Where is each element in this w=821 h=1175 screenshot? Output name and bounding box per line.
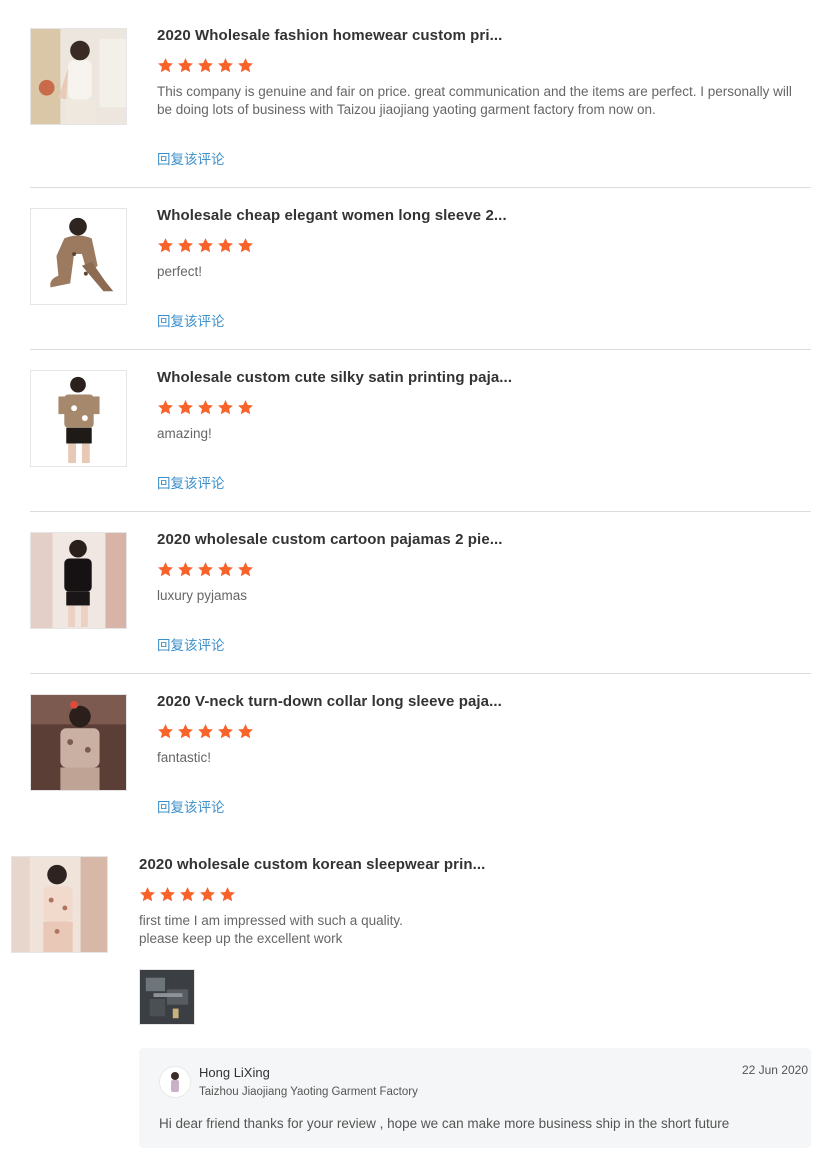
star-icon bbox=[237, 399, 254, 416]
divider bbox=[30, 187, 811, 188]
review-comment: perfect! bbox=[157, 264, 203, 279]
star-icon bbox=[177, 57, 194, 74]
reply-comment-link[interactable]: 回复该评论 bbox=[157, 310, 225, 330]
star-icon bbox=[159, 886, 176, 903]
product-thumbnail[interactable] bbox=[30, 532, 127, 629]
star-icon bbox=[177, 237, 194, 254]
star-icon bbox=[157, 723, 174, 740]
star-icon bbox=[217, 561, 234, 578]
review-comment: This company is genuine and fair on pric… bbox=[157, 84, 792, 117]
star-icon bbox=[237, 561, 254, 578]
star-icon bbox=[197, 399, 214, 416]
reply-comment-link[interactable]: 回复该评论 bbox=[157, 796, 225, 816]
reply-comment-link[interactable]: 回复该评论 bbox=[157, 148, 225, 168]
seller-company: Taizhou Jiaojiang Yaoting Garment Factor… bbox=[199, 1086, 418, 1098]
star-icon bbox=[177, 561, 194, 578]
product-thumbnail[interactable] bbox=[30, 208, 127, 305]
product-title[interactable]: Wholesale custom cute silky satin printi… bbox=[157, 369, 512, 386]
reply-comment-link[interactable]: 回复该评论 bbox=[157, 472, 225, 492]
product-thumbnail[interactable] bbox=[30, 28, 127, 125]
review-comment-line: first time I am impressed with such a qu… bbox=[139, 913, 403, 928]
star-icon bbox=[219, 886, 236, 903]
star-icon bbox=[157, 57, 174, 74]
divider bbox=[30, 673, 811, 674]
product-thumbnail[interactable] bbox=[11, 856, 108, 953]
star-icon bbox=[199, 886, 216, 903]
avatar bbox=[159, 1066, 191, 1098]
star-icon bbox=[197, 723, 214, 740]
star-icon bbox=[177, 399, 194, 416]
star-icon bbox=[197, 57, 214, 74]
star-icon bbox=[197, 561, 214, 578]
star-rating bbox=[157, 57, 254, 77]
star-icon bbox=[217, 57, 234, 74]
star-icon bbox=[237, 723, 254, 740]
star-icon bbox=[217, 237, 234, 254]
star-rating bbox=[157, 723, 254, 743]
product-title[interactable]: 2020 Wholesale fashion homewear custom p… bbox=[157, 27, 502, 44]
star-icon bbox=[157, 561, 174, 578]
star-icon bbox=[179, 886, 196, 903]
star-icon bbox=[177, 723, 194, 740]
review-comment: fantastic! bbox=[157, 750, 212, 765]
star-icon bbox=[237, 237, 254, 254]
star-icon bbox=[197, 237, 214, 254]
review-comment: luxury pyjamas bbox=[157, 588, 248, 603]
star-icon bbox=[139, 886, 156, 903]
product-thumbnail[interactable] bbox=[30, 694, 127, 791]
reply-date: 22 Jun 2020 bbox=[741, 1063, 808, 1077]
star-rating bbox=[139, 886, 236, 906]
star-rating bbox=[157, 237, 254, 257]
product-title[interactable]: Wholesale cheap elegant women long sleev… bbox=[157, 207, 507, 224]
star-icon bbox=[217, 399, 234, 416]
review-comment: first time I am impressed with such a qu… bbox=[139, 912, 789, 948]
review-photo[interactable] bbox=[139, 969, 195, 1025]
review-comment-line: please keep up the excellent work bbox=[139, 931, 343, 946]
seller-reply-text: Hi dear friend thanks for your review , … bbox=[159, 1116, 730, 1131]
star-icon bbox=[237, 57, 254, 74]
seller-reply-box: Hong LiXing Taizhou Jiaojiang Yaoting Ga… bbox=[139, 1048, 811, 1148]
reply-comment-link[interactable]: 回复该评论 bbox=[157, 634, 225, 654]
star-rating bbox=[157, 399, 254, 419]
review-comment: amazing! bbox=[157, 426, 212, 441]
product-title[interactable]: 2020 wholesale custom cartoon pajamas 2 … bbox=[157, 531, 503, 548]
star-rating bbox=[157, 561, 254, 581]
seller-name: Hong LiXing bbox=[199, 1065, 270, 1080]
product-title[interactable]: 2020 wholesale custom korean sleepwear p… bbox=[139, 856, 485, 873]
product-thumbnail[interactable] bbox=[30, 370, 127, 467]
divider bbox=[30, 511, 811, 512]
star-icon bbox=[217, 723, 234, 740]
divider bbox=[30, 349, 811, 350]
star-icon bbox=[157, 399, 174, 416]
product-title[interactable]: 2020 V-neck turn-down collar long sleeve… bbox=[157, 693, 502, 710]
star-icon bbox=[157, 237, 174, 254]
